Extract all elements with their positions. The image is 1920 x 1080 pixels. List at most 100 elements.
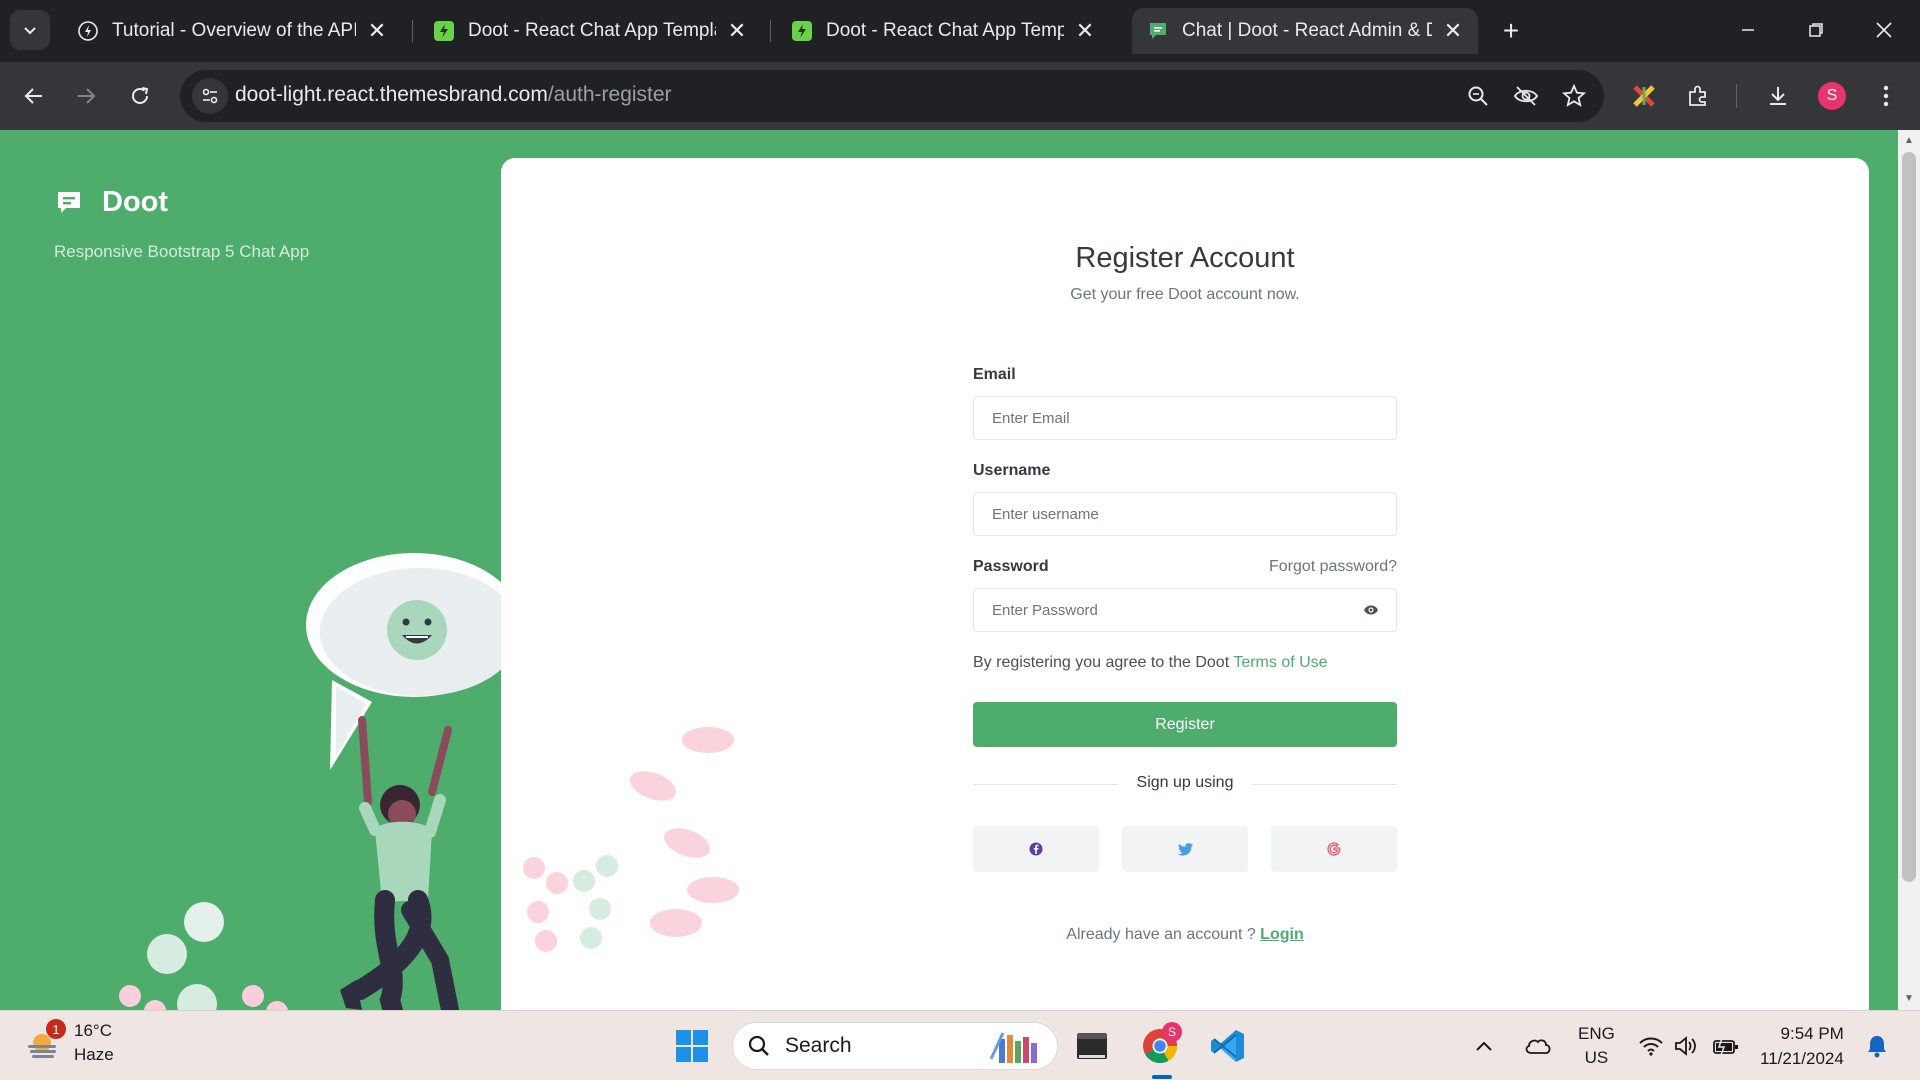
search-label: Search <box>785 1034 852 1057</box>
toolbar-separator <box>1736 84 1737 108</box>
forward-button[interactable] <box>66 76 106 116</box>
api-favicon-icon <box>76 19 100 43</box>
terms-prefix: By registering you agree to the Doot <box>973 654 1234 671</box>
file-explorer-app[interactable] <box>1070 1024 1114 1068</box>
register-card: Register Account Get your free Doot acco… <box>501 158 1869 1010</box>
scroll-up-icon[interactable]: ▲ <box>1903 134 1915 146</box>
tab-title: Doot - React Chat App Templat <box>826 20 1064 41</box>
battery-icon[interactable] <box>1712 1011 1740 1080</box>
facebook-signup-button[interactable] <box>973 826 1099 872</box>
tab-chat-doot-active[interactable]: Chat | Doot - React Admin & Da ✕ <box>1132 8 1478 54</box>
chrome-profile-badge: S <box>1162 1022 1182 1042</box>
search-icon <box>748 1035 769 1056</box>
show-hidden-icons[interactable] <box>1474 1011 1494 1080</box>
wifi-icon[interactable] <box>1638 1011 1664 1080</box>
restore-button[interactable] <box>1788 8 1844 52</box>
chrome-app[interactable]: S <box>1138 1022 1182 1068</box>
restore-icon <box>1809 23 1823 37</box>
google-signup-button[interactable] <box>1271 826 1397 872</box>
new-tab-button[interactable]: + <box>1494 14 1528 48</box>
reload-button[interactable] <box>120 76 160 116</box>
avatar: S <box>1818 82 1846 110</box>
brand-name: Doot <box>102 186 169 218</box>
brand-link[interactable]: Doot <box>54 186 168 219</box>
active-app-indicator <box>1152 1075 1172 1079</box>
password-field[interactable] <box>973 588 1397 632</box>
tune-icon <box>202 88 218 104</box>
weather-notification-badge: 1 <box>46 1019 66 1039</box>
start-button[interactable] <box>670 1024 714 1068</box>
forgot-password-link[interactable]: Forgot password? <box>1269 558 1397 576</box>
weather-text: 16°C Haze <box>74 1019 114 1067</box>
tab-doot-template-1[interactable]: Doot - React Chat App Templat ✕ <box>418 8 762 54</box>
arrow-right-icon <box>78 88 96 104</box>
scroll-down-icon[interactable]: ▼ <box>1903 992 1915 1004</box>
zoom-icon[interactable] <box>1462 80 1494 112</box>
page-title: Register Account <box>1075 242 1295 274</box>
haze-weather-icon: 1 <box>24 1019 66 1063</box>
register-button[interactable]: Register <box>973 702 1397 747</box>
scroll-thumb[interactable] <box>1902 152 1916 882</box>
tab-title: Chat | Doot - React Admin & Da <box>1182 20 1432 41</box>
browser-toolbar: doot-light.react.themesbrand.com/auth-re… <box>0 62 1920 130</box>
tab-search-button[interactable] <box>10 10 50 50</box>
books-icon <box>989 1032 1037 1063</box>
tab-tutorial[interactable]: Tutorial - Overview of the API | ✕ <box>62 8 402 54</box>
download-icon[interactable] <box>1760 78 1796 114</box>
vscode-icon <box>1211 1030 1244 1062</box>
clock-date: 11/21/2024 <box>1760 1049 1844 1068</box>
profile-avatar[interactable]: S <box>1814 78 1850 114</box>
windows-logo-icon <box>676 1030 708 1062</box>
already-prefix: Already have an account ? <box>1066 926 1261 943</box>
weather-condition: Haze <box>74 1045 114 1064</box>
close-icon[interactable]: ✕ <box>1442 18 1464 43</box>
lang-bottom: US <box>1584 1048 1609 1067</box>
twitter-icon <box>1177 842 1193 856</box>
tab-doot-template-2[interactable]: Doot - React Chat App Templat ✕ <box>776 8 1110 54</box>
terminal-icon <box>1077 1033 1107 1059</box>
login-link[interactable]: Login <box>1260 926 1304 943</box>
language-indicator[interactable]: ENG US <box>1578 1011 1615 1080</box>
arrow-left-icon <box>24 88 42 104</box>
close-window-button[interactable] <box>1856 8 1912 52</box>
minimize-button[interactable] <box>1720 8 1776 52</box>
eye-off-icon[interactable] <box>1510 80 1542 112</box>
extensions-puzzle-icon[interactable] <box>1680 78 1716 114</box>
site-info-button[interactable] <box>192 78 228 114</box>
system-clock[interactable]: 9:54 PM 11/21/2024 <box>1760 1021 1844 1071</box>
lang-top: ENG <box>1578 1024 1615 1043</box>
tab-title: Doot - React Chat App Templat <box>468 20 716 41</box>
tab-title: Tutorial - Overview of the API | <box>112 20 356 41</box>
page-scrollbar[interactable]: ▲ ▼ <box>1898 130 1920 1010</box>
volume-icon[interactable] <box>1674 1011 1698 1080</box>
url-host: doot-light.react.themesbrand.com <box>235 83 548 106</box>
extension-colorful-icon[interactable] <box>1626 78 1662 114</box>
minimize-icon <box>1742 29 1754 31</box>
page-viewport: Doot Responsive Bootstrap 5 Chat App Reg… <box>0 130 1898 1010</box>
chat-favicon-icon <box>1146 19 1170 43</box>
taskbar-search[interactable]: Search <box>732 1022 1058 1070</box>
twitter-signup-button[interactable] <box>1122 826 1248 872</box>
onedrive-icon[interactable] <box>1524 1011 1552 1080</box>
chevron-up-icon <box>1476 1041 1492 1051</box>
reload-icon <box>132 87 149 104</box>
eye-icon[interactable] <box>1361 600 1381 620</box>
close-icon[interactable]: ✕ <box>366 18 388 43</box>
temperature: 16°C <box>74 1021 112 1040</box>
weather-widget[interactable]: 1 16°C Haze <box>24 1019 114 1067</box>
password-label: Password <box>973 558 1049 575</box>
close-icon[interactable]: ✕ <box>726 18 748 43</box>
vscode-app[interactable] <box>1206 1024 1250 1068</box>
close-icon[interactable]: ✕ <box>1074 18 1096 43</box>
address-bar[interactable]: doot-light.react.themesbrand.com/auth-re… <box>180 70 1604 122</box>
decorative-bubbles <box>523 727 739 952</box>
url-text[interactable]: doot-light.react.themesbrand.com/auth-re… <box>235 83 672 107</box>
back-button[interactable] <box>14 76 54 116</box>
doot-favicon-icon <box>790 19 814 43</box>
notification-bell-icon[interactable] <box>1866 1011 1888 1080</box>
email-field[interactable] <box>973 396 1397 440</box>
username-field[interactable] <box>973 492 1397 536</box>
bookmark-star-icon[interactable] <box>1558 80 1590 112</box>
more-menu-icon[interactable] <box>1868 78 1904 114</box>
terms-of-use-link[interactable]: Terms of Use <box>1233 654 1327 671</box>
